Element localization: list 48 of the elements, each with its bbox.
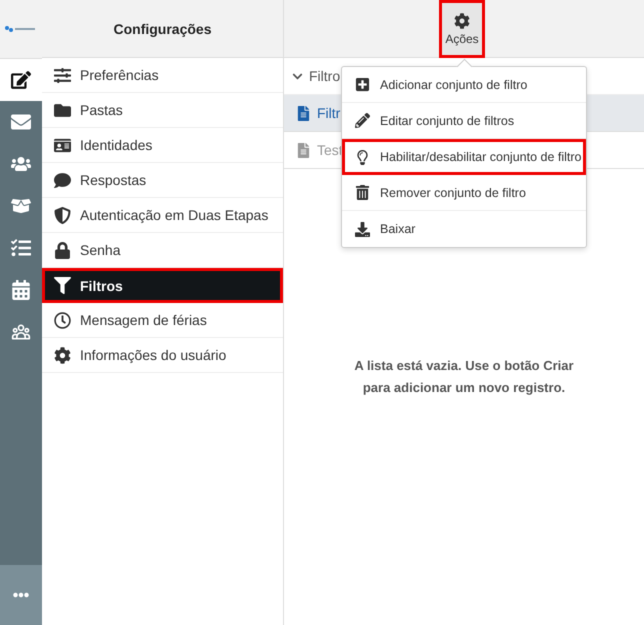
users-icon	[11, 154, 31, 174]
download-icon	[354, 222, 370, 236]
box-icon	[11, 196, 31, 216]
sliders-icon	[54, 66, 70, 84]
calendar-icon	[11, 280, 31, 300]
gear-icon	[454, 12, 470, 28]
clock-icon	[54, 312, 70, 328]
item-label: Preferências	[80, 67, 159, 83]
menu-item[interactable]: Adicionar conjunto de filtro	[342, 67, 586, 103]
compose-icon	[11, 70, 31, 90]
item-label: Mensagem de férias	[80, 312, 207, 328]
item-label: Respostas	[80, 172, 146, 188]
menu-item[interactable]: Remover conjunto de filtro	[342, 175, 586, 211]
panel-title: Configurações	[113, 20, 212, 36]
speech-bubble-icon	[54, 172, 70, 188]
people-group-icon	[11, 322, 31, 342]
logo-icon	[4, 25, 38, 33]
plus-icon	[354, 77, 370, 92]
filter-label: Test	[317, 142, 343, 158]
envelope-icon	[11, 112, 31, 132]
lightbulb-icon	[354, 150, 370, 164]
item-label: Senha	[80, 242, 120, 258]
gear-icon	[54, 346, 70, 364]
item-label: Filtros	[80, 278, 123, 294]
item-label: Pastas	[80, 102, 123, 118]
lock-icon	[54, 242, 70, 258]
menu-item[interactable]: Editar conjunto de filtros	[342, 103, 586, 139]
pencil-icon	[354, 113, 370, 128]
item-label: Autenticação em Duas Etapas	[80, 207, 268, 223]
rail-button[interactable]	[0, 59, 42, 101]
chevron-down-icon	[292, 70, 303, 82]
empty-message: A lista está vazia. Use o botão Criar para adicionar um novo registro.	[353, 357, 575, 397]
menu-item[interactable]: Baixar	[342, 211, 586, 247]
actions-button[interactable]: Ações	[439, 0, 485, 58]
trash-icon	[354, 185, 370, 200]
funnel-icon	[54, 277, 70, 294]
folder-icon	[54, 102, 70, 118]
id-card-icon	[54, 136, 70, 154]
document-icon	[296, 106, 311, 120]
item-label: Informações do usuário	[80, 347, 226, 363]
item-label: Identidades	[80, 137, 152, 153]
shield-icon	[54, 206, 70, 224]
filter-label: Filtr	[317, 105, 340, 121]
settings-item[interactable]: Filtros	[42, 268, 283, 303]
menu-item[interactable]: Habilitar/desabilitar conjunto de filtro	[342, 139, 586, 175]
group-label: Filtro	[309, 68, 340, 84]
document-icon	[296, 142, 311, 158]
checklist-icon	[11, 238, 31, 258]
